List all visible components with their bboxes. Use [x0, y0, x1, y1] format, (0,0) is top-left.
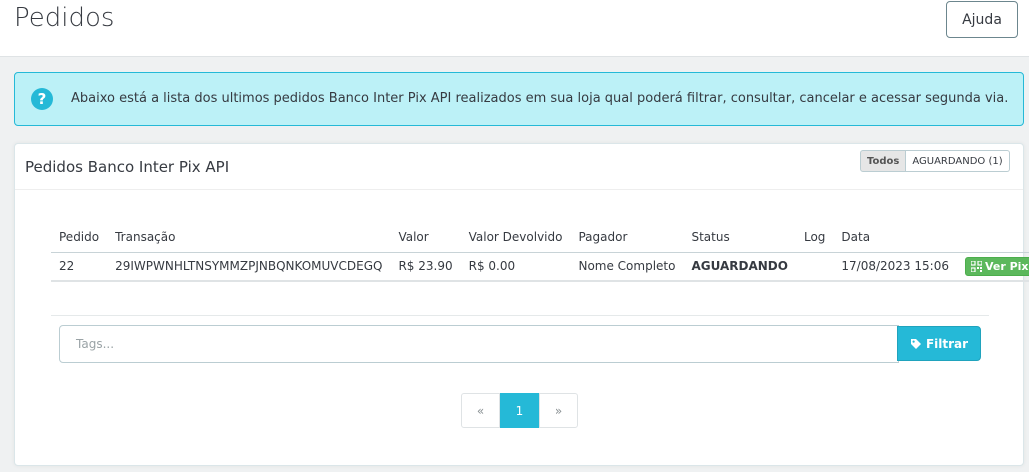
table-row: 22 29IWPWNHLTNSYMMZPJNBQNKOMUVCDEGQ R$ 2… [51, 252, 1029, 282]
column-header-valor: Valor [390, 222, 461, 253]
divider [51, 315, 989, 316]
next-page-button[interactable]: » [539, 393, 578, 428]
status-filter-group: Todos AGUARDANDO (1) [860, 150, 1010, 172]
refunded-value: R$ 0.00 [460, 252, 571, 282]
filtrar-label: Filtrar [925, 336, 969, 351]
tags-search-input[interactable]: Tags... [59, 325, 899, 363]
table-header-row: Pedido Transação Valor Valor Devolvido P… [51, 222, 1029, 253]
actions-cell: Ver Pix [956, 252, 1029, 282]
page-title: Pedidos [14, 3, 115, 33]
order-value: R$ 23.90 [390, 252, 461, 282]
filter-todos-button[interactable]: Todos [860, 150, 907, 172]
orders-panel: Pedidos Banco Inter Pix API Todos AGUARD… [14, 143, 1029, 466]
pagination: « 1 » [461, 393, 578, 428]
column-header-actions [956, 222, 1029, 253]
alert-text: Abaixo está a lista dos ultimos pedidos … [71, 91, 1009, 106]
ver-pix-button[interactable]: Ver Pix [964, 256, 1029, 276]
order-date: 17/08/2023 15:06 [833, 252, 957, 282]
filtrar-button[interactable]: Filtrar [897, 326, 981, 361]
tag-icon [910, 338, 921, 349]
column-header-data: Data [833, 222, 957, 253]
page-header: Pedidos Ajuda [0, 0, 1029, 57]
column-header-status: Status [683, 222, 796, 253]
question-circle-icon: ? [31, 88, 53, 110]
status-text: AGUARDANDO [683, 252, 796, 282]
column-header-valor-devolvido: Valor Devolvido [460, 222, 571, 253]
payer-name: Nome Completo [570, 252, 684, 282]
prev-page-button[interactable]: « [461, 393, 500, 428]
panel-heading: Pedidos Banco Inter Pix API Todos AGUARD… [15, 144, 1023, 190]
ver-pix-label: Ver Pix [984, 259, 1029, 273]
column-header-log: Log [795, 222, 834, 253]
qrcode-icon [970, 260, 982, 272]
panel-title: Pedidos Banco Inter Pix API [25, 158, 230, 176]
log-cell [795, 252, 834, 282]
filter-aguardando-button[interactable]: AGUARDANDO (1) [906, 150, 1010, 172]
help-button[interactable]: Ajuda [946, 1, 1018, 38]
order-id-link[interactable]: 22 [51, 252, 108, 282]
page-1-button[interactable]: 1 [500, 393, 539, 428]
info-alert: ? Abaixo está a lista dos ultimos pedido… [14, 72, 1024, 126]
orders-table: Pedido Transação Valor Valor Devolvido P… [51, 222, 1029, 282]
transaction-id: 29IWPWNHLTNSYMMZPJNBQNKOMUVCDEGQ [107, 252, 391, 282]
column-header-pedido: Pedido [51, 222, 108, 253]
column-header-pagador: Pagador [570, 222, 684, 253]
column-header-transacao: Transação [107, 222, 391, 253]
